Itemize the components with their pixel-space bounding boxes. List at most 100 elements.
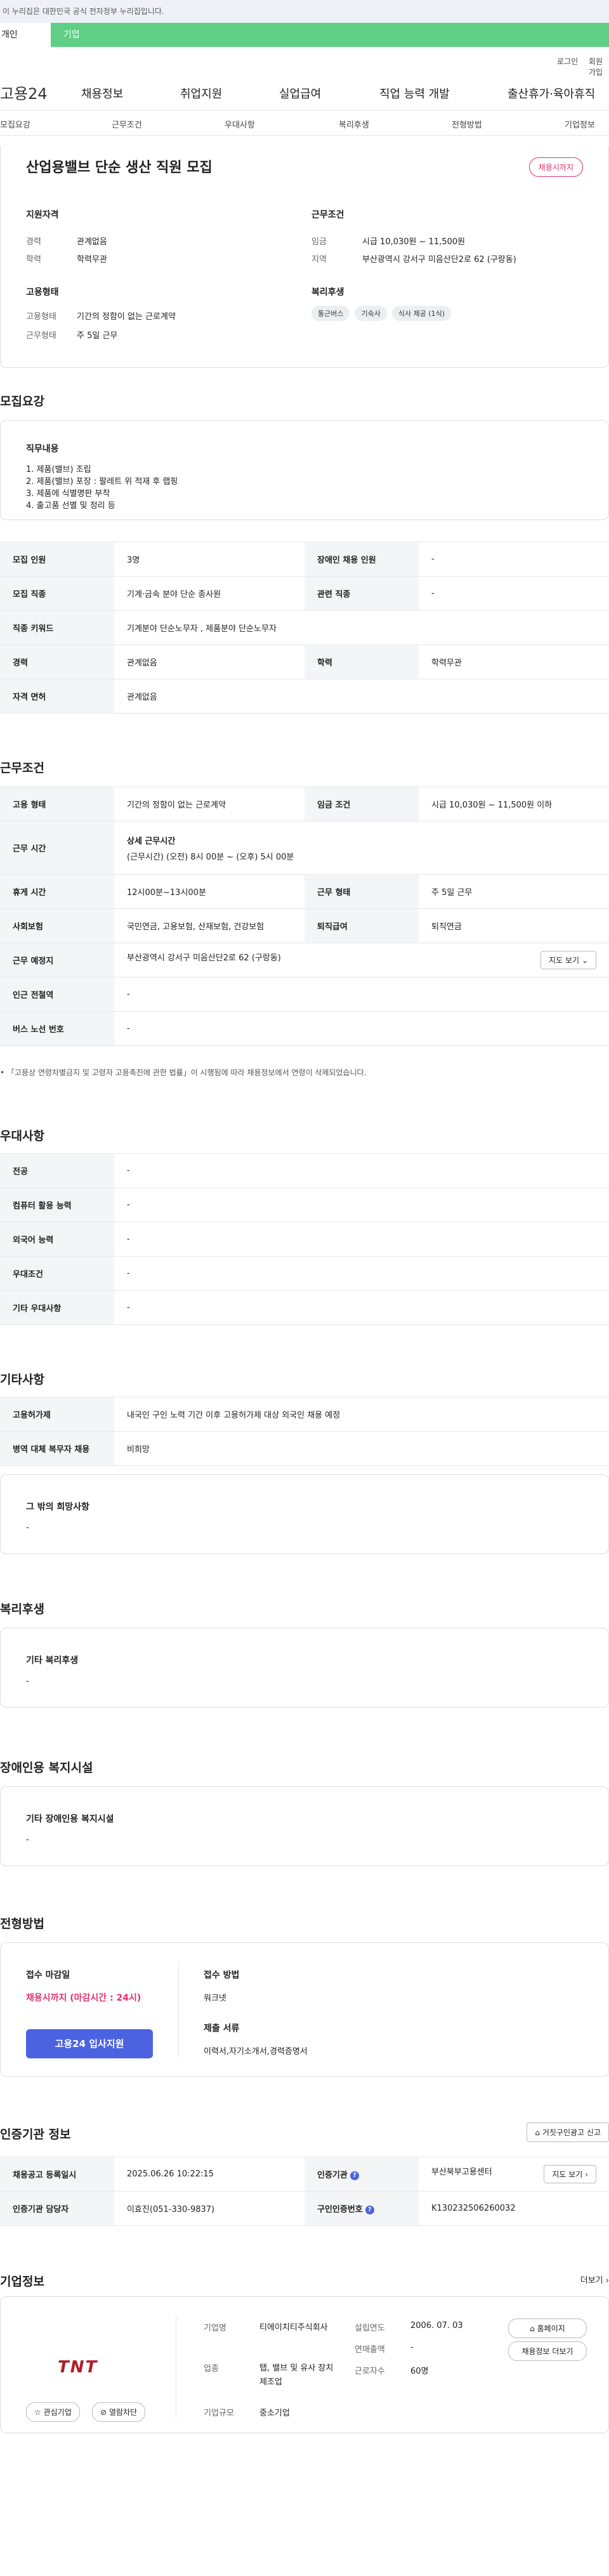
cell-value: K130232506260032 xyxy=(419,2191,609,2226)
info-icon[interactable]: ? xyxy=(350,2171,359,2180)
hours-title: 상세 근무시간 xyxy=(127,836,176,846)
block-icon: ⊘ xyxy=(100,2408,107,2417)
field-label: 기업규모 xyxy=(204,2409,234,2418)
cell-value: 주 5일 근무 xyxy=(419,874,609,909)
cell-value: - xyxy=(114,1290,609,1325)
gnb-menu-jobs[interactable]: 채용정보 xyxy=(81,85,123,101)
tab-corporate[interactable]: 기업 xyxy=(63,23,80,47)
table-row: 근무 예정지 부산광역시 강서구 미음산단2로 62 (구랑동) 지도 보기 ⌄ xyxy=(0,943,609,977)
table-row: 경력 관계없음 학력 학력무관 xyxy=(0,644,609,679)
pref-table: 전공 - 컴퓨터 활용 능력 - 외국어 능력 - 우대조건 - 기타 우대사항 - xyxy=(0,1153,609,1325)
cell-header: 학력 xyxy=(304,644,419,679)
cond-title: 근무조건 xyxy=(311,210,344,220)
cell-header: 직종 키워드 xyxy=(0,610,114,645)
cell-value: 부산광역시 강서구 미음산단2로 62 (구랑동) 지도 보기 ⌄ xyxy=(114,943,609,977)
agency-map-button[interactable]: 지도 보기 › xyxy=(544,2165,596,2183)
map-button-label: 지도 보기 xyxy=(552,2170,583,2179)
duty-box: 직무내용 1. 제품(밸브) 조립 2. 제품(밸브) 포장 : 팔레트 위 적… xyxy=(0,420,609,520)
section-title-recruit: 모집요강 xyxy=(0,395,44,409)
divider xyxy=(178,1962,179,2057)
info-icon[interactable]: ? xyxy=(365,2205,374,2214)
section-title-agency: 인증기관 정보 xyxy=(0,2128,71,2141)
deadline-value: 채용시까지 (마감시간 : 24시) xyxy=(26,1993,141,2003)
cell-value: - xyxy=(114,1153,609,1188)
cell-value: 관계없음 xyxy=(114,644,304,679)
qual-title: 지원자격 xyxy=(26,210,59,220)
field-label: 업종 xyxy=(204,2364,219,2374)
table-row: 자격 면허 관계없음 xyxy=(0,679,609,714)
welfare-box-value: - xyxy=(26,1677,29,1686)
cell-header: 경력 xyxy=(0,644,114,679)
agency-name: 부산북부고용센터 xyxy=(431,2167,492,2177)
welfare-box-title: 기타 복리후생 xyxy=(26,1656,79,1666)
cell-header: 인증기관 담당자 xyxy=(0,2191,114,2226)
report-false-ad-button[interactable]: ⌂ 거짓구인광고 신고 xyxy=(527,2122,609,2142)
duty-item: 4. 출고품 선별 및 정리 등 xyxy=(26,501,115,511)
anchor-company[interactable]: 기업정보 xyxy=(565,118,595,130)
company-jobs-button[interactable]: 채용정보 더보기 xyxy=(508,2341,587,2361)
chevron-right-icon: › xyxy=(585,2170,588,2179)
block-label: 열람차단 xyxy=(108,2408,138,2417)
tab-individual[interactable]: 개인 xyxy=(0,23,51,47)
table-row: 전공 - xyxy=(0,1153,609,1188)
cell-header: 임금 조건 xyxy=(304,787,419,821)
cell-value: 퇴직연금 xyxy=(419,908,609,943)
anchor-screening[interactable]: 전형방법 xyxy=(452,118,482,130)
cell-value: 기계·금속 분야 단순 종사원 xyxy=(114,576,304,611)
table-row: 버스 노선 번호 - xyxy=(0,1011,609,1046)
cell-header: 장애인 채용 인원 xyxy=(304,542,419,577)
cell-value: 기계분야 단순노무자 , 제품분야 단순노무자 xyxy=(114,610,609,645)
cell-header: 모집 직종 xyxy=(0,576,114,611)
cell-value: - xyxy=(114,1187,609,1222)
cell-header: 휴게 시간 xyxy=(0,874,114,909)
table-row: 고용 형태 기간의 정함이 없는 근로계약 임금 조건 시급 10,030원 ~… xyxy=(0,787,609,821)
age-notice: • 「고용상 연령차별금지 및 고령자 고용촉진에 관한 법률」이 시행됨에 따… xyxy=(0,1067,366,1078)
util-links: 로그인 회원가입 xyxy=(0,47,609,77)
company-founded: 2006. 07. 03 xyxy=(410,2321,463,2331)
cell-header: 채용공고 등록일시 xyxy=(0,2157,114,2192)
anchor-welfare[interactable]: 복리후생 xyxy=(339,118,369,130)
cell-header: 고용허가제 xyxy=(0,1397,114,1432)
section-anchor-nav: 모집요강 근무조건 우대사항 복리후생 전형방법 기업정보 xyxy=(0,110,609,136)
anchor-recruit[interactable]: 모집요강 xyxy=(0,118,30,130)
cell-header: 관련 직종 xyxy=(304,576,419,611)
block-view-button[interactable]: ⊘ 열람차단 xyxy=(92,2402,146,2422)
cell-value: - xyxy=(114,1011,609,1046)
gnb-menu-training[interactable]: 직업 능력 개발 xyxy=(379,85,450,101)
etc-hope-box: 그 밖의 희망사항 - xyxy=(0,1474,609,1554)
cell-header: 기타 우대사항 xyxy=(0,1290,114,1325)
gnb-menu-leave[interactable]: 출산휴가·육아휴직 xyxy=(508,85,595,101)
deadline-badge: 채용시까지 xyxy=(528,157,583,177)
welfare-title: 복리후생 xyxy=(311,287,344,297)
site-logo[interactable]: 고용24 xyxy=(0,81,48,103)
login-link[interactable]: 로그인 xyxy=(557,56,578,67)
anchor-work[interactable]: 근무조건 xyxy=(112,118,142,130)
cell-header: 전공 xyxy=(0,1153,114,1188)
cell-value: 기간의 정함이 없는 근로계약 xyxy=(114,787,304,821)
table-row: 인근 전철역 - xyxy=(0,977,609,1012)
cell-header: 사회보험 xyxy=(0,908,114,943)
star-icon: ☆ xyxy=(34,2408,41,2417)
duty-item: 3. 제품에 식별명판 부착 xyxy=(26,489,110,499)
cell-header: 근무 시간 xyxy=(0,821,114,875)
cell-value: - xyxy=(114,977,609,1012)
interest-company-button[interactable]: ☆ 관심기업 xyxy=(26,2402,80,2422)
gnb-menu-employment-support[interactable]: 취업지원 xyxy=(180,85,222,101)
agency-label: 인증기관 xyxy=(317,2171,348,2180)
field-label: 연매출액 xyxy=(355,2345,385,2355)
map-button[interactable]: 지도 보기 ⌄ xyxy=(540,951,596,969)
gnb-menu-unemployment[interactable]: 실업급여 xyxy=(279,85,321,101)
cell-header: 버스 노선 번호 xyxy=(0,1011,114,1046)
homepage-button[interactable]: ⌂ 홈페이지 xyxy=(508,2318,587,2338)
company-more-link[interactable]: 더보기 › xyxy=(580,2273,609,2285)
section-title-screening: 전형방법 xyxy=(0,1917,44,1931)
apply-button[interactable]: 고용24 입사지원 xyxy=(26,2029,153,2058)
anchor-pref[interactable]: 우대사항 xyxy=(225,118,255,130)
section-title-welfare: 복리후생 xyxy=(0,1602,44,1616)
field-label: 설립연도 xyxy=(355,2324,385,2333)
cell-header: 모집 인원 xyxy=(0,542,114,577)
cell-header: 병역 대체 복무자 채용 xyxy=(0,1431,114,1466)
cell-value: 학력무관 xyxy=(419,644,609,679)
disabled-box-value: - xyxy=(26,1835,29,1845)
cell-header: 인근 전철역 xyxy=(0,977,114,1012)
